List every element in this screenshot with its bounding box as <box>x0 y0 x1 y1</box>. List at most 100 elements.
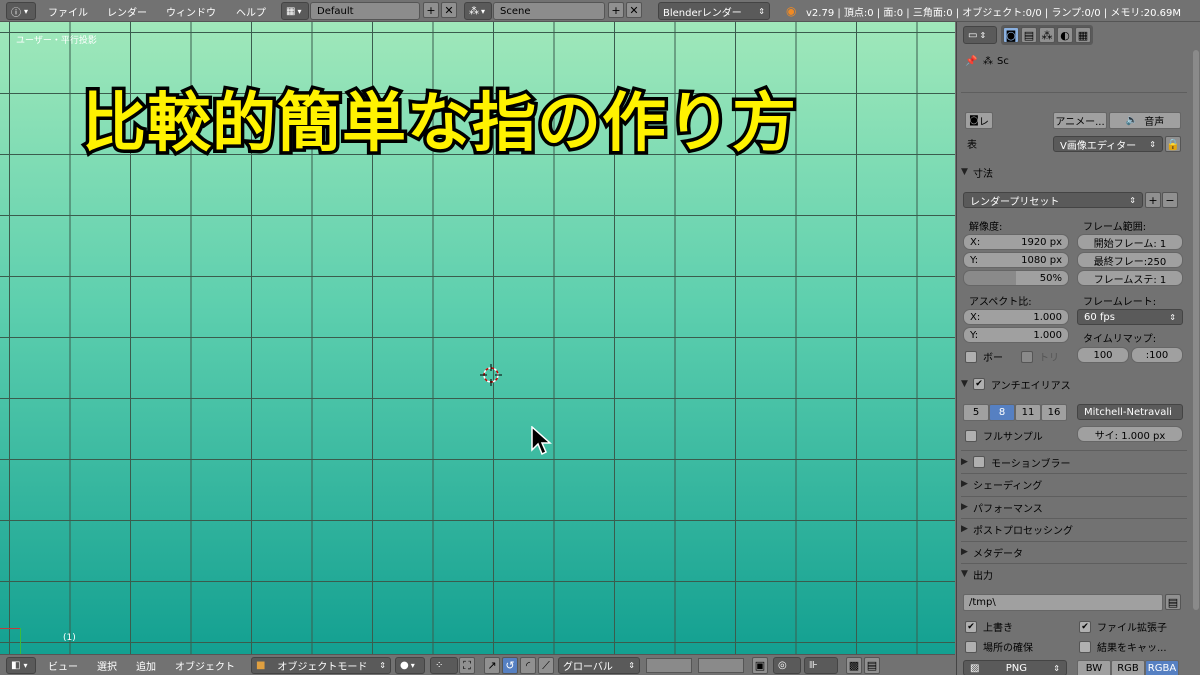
color-mode-bw[interactable]: BW <box>1077 660 1111 675</box>
panel-output-header[interactable]: ▼ 出力 <box>961 564 1187 584</box>
proportional-edit-dropdown[interactable]: ◎ <box>773 657 801 674</box>
properties-scrollbar[interactable] <box>1193 50 1199 610</box>
render-still-icon[interactable]: ▩ <box>846 657 862 674</box>
menu-window[interactable]: ウィンドウ <box>166 2 216 20</box>
time-remap-old-field[interactable]: 100 <box>1077 347 1129 363</box>
scale-manipulator-icon[interactable]: ◜ <box>520 657 536 674</box>
aa-samples-8[interactable]: 8 <box>989 404 1015 421</box>
resolution-x-field[interactable]: X: 1920 px <box>963 234 1069 250</box>
file-format-dropdown[interactable]: ▨ PNG ⇕ <box>963 660 1067 675</box>
pin-icon[interactable]: 📌 <box>965 56 977 67</box>
render-presets-dropdown[interactable]: レンダープリセット ⇕ <box>963 192 1143 208</box>
scene-field[interactable]: Scene <box>493 2 605 20</box>
aspect-y-field[interactable]: Y: 1.000 <box>963 327 1069 343</box>
manipulator-extra-icon[interactable]: ⟋ <box>538 657 554 674</box>
render-animation-button[interactable]: アニメー... <box>1053 112 1107 129</box>
menu-file[interactable]: ファイル <box>48 2 88 20</box>
scene-tab-icon[interactable]: ⁂ <box>1039 27 1055 43</box>
camera-icon: ◙ <box>969 115 979 126</box>
expand-triangle-icon: ▼ <box>961 569 968 579</box>
mode-dropdown[interactable]: ■ オブジェクトモード ⇕ <box>251 657 391 674</box>
panel-dimensions-header[interactable]: ▼ 寸法 <box>961 162 1187 182</box>
editor-type-button[interactable]: ◧ ▾ <box>6 657 36 674</box>
panel-title: パフォーマンス <box>973 503 1043 515</box>
aa-filter-size-field[interactable]: サイ: 1.000 px <box>1077 426 1183 442</box>
y-label: Y: <box>970 254 979 266</box>
3d-viewport[interactable]: ユーザー・平行投影 比較的簡単な指の作り方 (1) <box>0 22 955 654</box>
menu-view[interactable]: ビュー <box>48 657 78 674</box>
translate-manipulator-icon[interactable]: ↗ <box>484 657 500 674</box>
frame-rate-dropdown[interactable]: 60 fps ⇕ <box>1077 309 1183 325</box>
menu-render[interactable]: レンダー <box>107 2 147 20</box>
time-remap-new-field[interactable]: :100 <box>1131 347 1183 363</box>
cache-result-checkbox[interactable]: 結果をキャッ... <box>1079 639 1167 654</box>
motion-blur-checkbox[interactable] <box>973 456 985 468</box>
shading-dropdown[interactable]: ● ▾ <box>395 657 425 674</box>
aa-samples-11[interactable]: 11 <box>1015 404 1041 421</box>
manipulator-toggle-button[interactable]: ⛶ <box>459 657 475 674</box>
overwrite-checkbox[interactable]: ✔ 上書き <box>965 619 1013 634</box>
delete-layout-button[interactable]: ✕ <box>441 2 457 18</box>
pivot-dropdown[interactable]: ⁘ <box>430 657 458 674</box>
world-tab-icon[interactable]: ◐ <box>1057 27 1073 43</box>
checker-tab-icon[interactable]: ▦ <box>1075 27 1091 43</box>
panel-antialiasing-header[interactable]: ▼ ✔ アンチエイリアス <box>961 374 1187 394</box>
color-mode-rgb[interactable]: RGB <box>1111 660 1145 675</box>
remove-preset-button[interactable]: − <box>1162 192 1178 208</box>
border-checkbox[interactable]: ボー <box>965 349 1003 364</box>
delete-scene-button[interactable]: ✕ <box>626 2 642 18</box>
3d-cursor-icon[interactable] <box>480 364 502 386</box>
menu-object[interactable]: オブジェクト <box>175 657 235 674</box>
full-sample-checkbox[interactable]: フルサンプル <box>965 428 1043 443</box>
orientation-dropdown[interactable]: グローバル ⇕ <box>558 657 640 674</box>
snap-dropdown[interactable]: ⊪ <box>804 657 838 674</box>
screen-layout-field[interactable]: Default <box>310 2 420 20</box>
file-extensions-checkbox[interactable]: ✔ ファイル拡張子 <box>1079 619 1167 634</box>
add-preset-button[interactable]: + <box>1145 192 1161 208</box>
frame-start-field[interactable]: 開始フレーム: 1 <box>1077 234 1183 250</box>
placeholders-checkbox[interactable]: 場所の確保 <box>965 639 1033 654</box>
panel-motion-blur-header[interactable]: ▶ モーションブラー <box>961 452 1187 472</box>
add-layout-button[interactable]: + <box>423 2 439 18</box>
render-tab-icon[interactable]: ◙ <box>1003 27 1019 43</box>
screen-layout-icon-button[interactable]: ▦ ▾ <box>281 2 309 20</box>
frame-step-field[interactable]: フレームステ: 1 <box>1077 270 1183 286</box>
panel-shading-header[interactable]: ▶ シェーディング <box>961 474 1187 494</box>
frame-end-field[interactable]: 最終フレー:250 <box>1077 252 1183 268</box>
resolution-y-field[interactable]: Y: 1080 px <box>963 252 1069 268</box>
folder-browse-icon[interactable]: ▤ <box>1165 594 1181 610</box>
panel-metadata-header[interactable]: ▶ メタデータ <box>961 542 1187 562</box>
render-button[interactable]: ◙ レ <box>965 112 993 129</box>
menu-select[interactable]: 選択 <box>97 657 117 674</box>
aspect-x-field[interactable]: X: 1.000 <box>963 309 1069 325</box>
rotate-manipulator-icon[interactable]: ↺ <box>502 657 518 674</box>
panel-post-processing-header[interactable]: ▶ ポストプロセッシング <box>961 519 1187 539</box>
properties-editor-type-button[interactable]: ▭ ⇕ <box>963 26 997 44</box>
resolution-percentage-slider[interactable]: 50% <box>963 270 1069 286</box>
aa-samples-5[interactable]: 5 <box>963 404 989 421</box>
panel-performance-header[interactable]: ▶ パフォーマンス <box>961 497 1187 517</box>
layers-tab-icon[interactable]: ▤ <box>1021 27 1037 43</box>
menu-help[interactable]: ヘルプ <box>236 2 266 20</box>
aa-samples-group: 5 8 11 16 <box>963 404 1067 421</box>
layer-buttons-right[interactable] <box>698 658 744 673</box>
add-scene-button[interactable]: + <box>608 2 624 18</box>
info-editor-type-button[interactable]: ⓘ ▾ <box>6 2 36 20</box>
render-anim-icon[interactable]: ▤ <box>864 657 880 674</box>
lock-interface-icon[interactable]: 🔒 <box>1165 136 1181 152</box>
lock-layer-icon[interactable]: ▣ <box>752 657 768 674</box>
color-mode-group: BW RGB RGBA <box>1077 660 1179 675</box>
color-mode-rgba[interactable]: RGBA <box>1145 660 1179 675</box>
antialiasing-checkbox[interactable]: ✔ <box>973 378 985 390</box>
scene-icon-button[interactable]: ⁂ ▾ <box>464 2 492 20</box>
render-audio-button[interactable]: 🔈 音声 <box>1109 112 1181 129</box>
render-engine-dropdown[interactable]: Blenderレンダー ⇕ <box>658 2 770 20</box>
menu-add[interactable]: 追加 <box>136 657 156 674</box>
aa-filter-dropdown[interactable]: Mitchell-Netravali <box>1077 404 1183 420</box>
aa-samples-16[interactable]: 16 <box>1041 404 1067 421</box>
layer-buttons-left[interactable] <box>646 658 692 673</box>
properties-editor: ▭ ⇕ ◙ ▤ ⁂ ◐ ▦ 📌 ⁂ Sc ◙ レ アニメー... 🔈 音声 表 V画像エ… <box>956 22 1200 675</box>
display-dropdown[interactable]: V画像エディター ⇕ <box>1053 136 1163 152</box>
output-path-field[interactable]: /tmp\ <box>963 594 1163 611</box>
crop-checkbox[interactable]: トリ <box>1021 349 1059 364</box>
